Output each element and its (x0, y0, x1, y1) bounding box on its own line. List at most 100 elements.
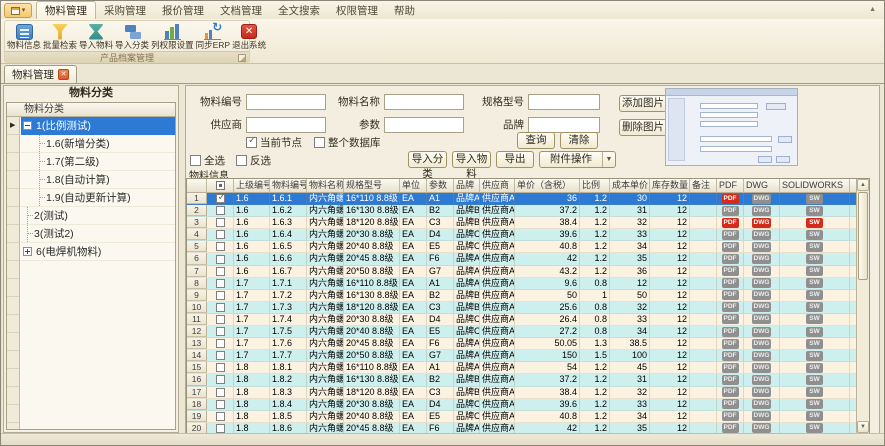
row-checkbox[interactable] (216, 327, 225, 336)
invert-selection-checkbox[interactable]: 反选 (236, 153, 271, 168)
dwg-badge[interactable]: DWG (752, 266, 772, 276)
row-checkbox[interactable] (216, 351, 225, 360)
pdf-badge[interactable]: PDF (722, 351, 739, 361)
export-button[interactable]: 导出 (496, 151, 534, 168)
column-header-pdf[interactable]: PDF (717, 179, 744, 193)
table-row-19[interactable]: 191.81.8.5内六角螺栓520*40 8.8级EAE5品牌C供应商A540… (187, 411, 869, 423)
dwg-badge[interactable]: DWG (752, 242, 772, 252)
import-category-button[interactable]: 导入分类 (408, 151, 447, 168)
scrollbar-thumb[interactable] (858, 192, 868, 280)
sw-badge[interactable]: SW (806, 314, 823, 324)
row-checkbox-cell[interactable] (207, 266, 234, 277)
tree-node-8[interactable]: 6(电焊机物料) (21, 243, 175, 261)
select-all-checkbox[interactable]: 全选 (190, 153, 225, 168)
current-node-checkbox[interactable]: 当前节点 (246, 135, 302, 150)
row-checkbox-cell[interactable] (207, 399, 234, 410)
row-checkbox-cell[interactable] (207, 253, 234, 264)
tree-node-2[interactable]: 1.6(新增分类) (21, 135, 175, 153)
table-row-13[interactable]: 131.71.7.6内六角螺栓620*45 8.8级EAF6品牌A供应商A650… (187, 338, 869, 350)
table-row-9[interactable]: 91.71.7.2内六角螺栓216*130 8.8级EAB2品牌B供应商A250… (187, 290, 869, 302)
row-checkbox-cell[interactable] (207, 362, 234, 373)
table-row-10[interactable]: 101.71.7.3内六角螺栓318*120 8.8级EAC3品牌B供应商A32… (187, 302, 869, 314)
query-button[interactable]: 查询 (517, 132, 555, 149)
dwg-badge[interactable]: DWG (752, 351, 772, 361)
document-tab-material[interactable]: 物料管理 (4, 65, 77, 83)
column-header-dwg[interactable]: DWG (744, 179, 780, 193)
sw-badge[interactable]: SW (806, 375, 823, 385)
row-checkbox-cell[interactable] (207, 314, 234, 325)
pdf-badge[interactable]: PDF (722, 399, 739, 409)
import-category-button[interactable]: 导入分类 (114, 22, 150, 51)
pdf-badge[interactable]: PDF (722, 266, 739, 276)
dwg-badge[interactable]: DWG (752, 399, 772, 409)
row-checkbox[interactable] (216, 267, 225, 276)
dwg-badge[interactable]: DWG (752, 218, 772, 228)
row-checkbox[interactable] (216, 218, 225, 227)
table-row-4[interactable]: 41.61.6.4内六角螺栓420*30 8.8级EAD4品牌C供应商A439.… (187, 229, 869, 241)
ribbon-tab-1[interactable]: 物料管理 (36, 1, 96, 19)
row-checkbox[interactable] (216, 303, 225, 312)
group-dialog-launcher-icon[interactable] (238, 54, 246, 62)
column-permission-button[interactable]: 列权限设置 (150, 22, 195, 51)
dwg-badge[interactable]: DWG (752, 363, 772, 373)
sw-badge[interactable]: SW (806, 351, 823, 361)
row-checkbox[interactable] (216, 315, 225, 324)
pdf-badge[interactable]: PDF (722, 302, 739, 312)
row-checkbox-cell[interactable] (207, 302, 234, 313)
row-checkbox-cell[interactable] (207, 387, 234, 398)
dwg-badge[interactable]: DWG (752, 206, 772, 216)
pdf-badge[interactable]: PDF (722, 327, 739, 337)
pdf-badge[interactable]: PDF (722, 206, 739, 216)
sw-badge[interactable]: SW (806, 363, 823, 373)
row-checkbox[interactable] (216, 242, 225, 251)
row-checkbox[interactable] (216, 424, 225, 433)
sw-badge[interactable]: SW (806, 278, 823, 288)
row-checkbox[interactable] (216, 230, 225, 239)
app-menu-button[interactable]: ▾ (4, 3, 32, 18)
pdf-badge[interactable]: PDF (722, 339, 739, 349)
column-header-unit[interactable]: 单位 (400, 179, 427, 193)
supplier-input[interactable] (246, 117, 326, 133)
sw-badge[interactable]: SW (806, 266, 823, 276)
row-checkbox-cell[interactable] (207, 374, 234, 385)
pdf-badge[interactable]: PDF (722, 290, 739, 300)
table-row-5[interactable]: 51.61.6.5内六角螺栓520*40 8.8级EAE5品牌C供应商A540.… (187, 241, 869, 253)
row-checkbox-cell[interactable] (207, 338, 234, 349)
row-checkbox[interactable] (216, 279, 225, 288)
tree-column-header[interactable]: 物料分类 (7, 103, 175, 117)
sw-badge[interactable]: SW (806, 290, 823, 300)
tree-node-3[interactable]: 1.7(第二级) (21, 153, 175, 171)
column-header-sw[interactable]: SOLIDWORKS (780, 179, 850, 193)
ribbon-tab-4[interactable]: 文档管理 (212, 3, 270, 19)
tree-node-6[interactable]: 2(测试) (21, 207, 175, 225)
attachment-ops-button[interactable]: 附件操作 ▼ (539, 151, 616, 168)
pdf-badge[interactable]: PDF (722, 387, 739, 397)
row-checkbox-cell[interactable] (207, 193, 234, 204)
sw-badge[interactable]: SW (806, 206, 823, 216)
row-checkbox[interactable] (216, 339, 225, 348)
row-checkbox[interactable] (216, 291, 225, 300)
row-checkbox[interactable] (216, 206, 225, 215)
ribbon-collapse-icon[interactable]: ▲ (869, 6, 882, 19)
column-header-brand[interactable]: 品牌 (454, 179, 480, 193)
row-checkbox[interactable] (216, 194, 225, 203)
row-checkbox[interactable] (216, 375, 225, 384)
sw-badge[interactable]: SW (806, 194, 823, 204)
column-header-par[interactable]: 参数 (427, 179, 454, 193)
row-checkbox-cell[interactable] (207, 411, 234, 422)
column-header-cost[interactable]: 成本单价 (610, 179, 650, 193)
row-checkbox-cell[interactable] (207, 278, 234, 289)
pdf-badge[interactable]: PDF (722, 363, 739, 373)
dwg-badge[interactable]: DWG (752, 230, 772, 240)
row-checkbox-cell[interactable] (207, 350, 234, 361)
table-row-7[interactable]: 71.61.6.7内六角螺栓720*50 8.8级EAG7品牌A供应商A743.… (187, 266, 869, 278)
sw-badge[interactable]: SW (806, 411, 823, 421)
pdf-badge[interactable]: PDF (722, 278, 739, 288)
dwg-badge[interactable]: DWG (752, 278, 772, 288)
table-row-3[interactable]: 31.61.6.3内六角螺栓318*120 8.8级EAC3品牌B供应商A338… (187, 217, 869, 229)
pdf-badge[interactable]: PDF (722, 314, 739, 324)
vertical-scrollbar[interactable]: ▲ ▼ (856, 179, 869, 433)
table-row-12[interactable]: 121.71.7.5内六角螺栓520*40 8.8级EAE5品牌C供应商A527… (187, 326, 869, 338)
pdf-badge[interactable]: PDF (722, 411, 739, 421)
tree-node-1[interactable]: 1(比例测试) (21, 117, 175, 135)
